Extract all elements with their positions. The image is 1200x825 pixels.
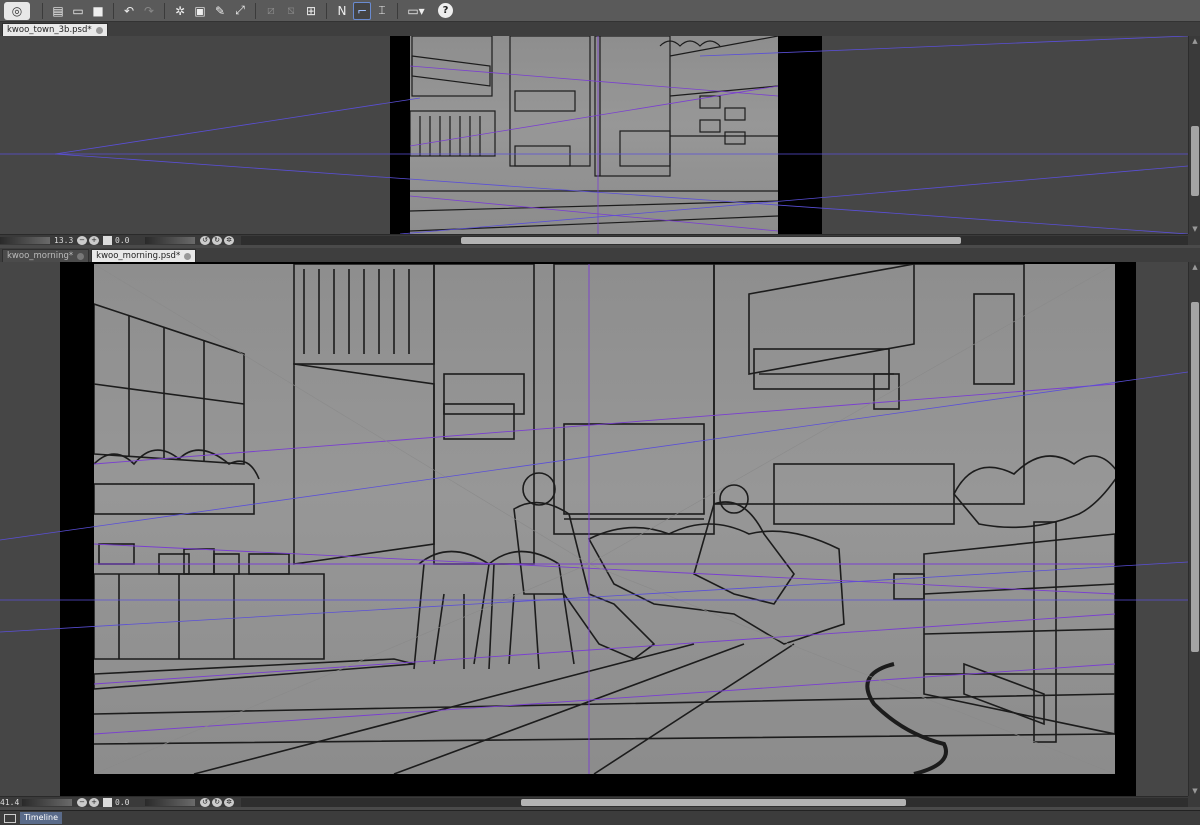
scale-button[interactable]: ⤢ <box>231 2 249 20</box>
ruler-off-button[interactable]: ⧄ <box>262 2 280 20</box>
top-canvas-pane[interactable] <box>0 36 1188 234</box>
document-tab[interactable]: kwoo_morning.psd* <box>91 249 197 262</box>
zoom-in-icon[interactable]: + <box>89 235 99 245</box>
scroll-up-icon[interactable]: ▲ <box>1189 36 1200 46</box>
bottom-rotation-slider[interactable] <box>145 798 195 806</box>
select-transform-button[interactable]: ✎ <box>211 2 229 20</box>
toolbar-separator <box>397 2 398 19</box>
toolbar-separator <box>326 2 327 19</box>
bottom-vertical-scroll-thumb[interactable] <box>1191 302 1199 652</box>
help-button[interactable]: ? <box>438 3 453 18</box>
redo-button[interactable]: ↷ <box>140 2 158 20</box>
bottom-perspective-guides <box>0 371 1188 633</box>
reset-rotation-icon[interactable]: ✲ <box>224 235 234 245</box>
document-tab-label: kwoo_town_3b.psd* <box>7 24 92 35</box>
bottom-scroll-corner <box>1188 796 1200 807</box>
top-zoom-slider[interactable] <box>0 236 50 244</box>
timeline-panel-icon[interactable] <box>4 813 16 823</box>
fit-view-icon[interactable] <box>103 235 112 245</box>
top-rotation-value[interactable]: 0.0 <box>115 236 145 245</box>
rotate-left-icon[interactable]: ↺ <box>200 797 210 807</box>
document-tab[interactable]: kwoo_town_3b.psd* <box>2 23 108 36</box>
top-zoom-value[interactable]: 13.3 <box>54 236 76 245</box>
toolbar-separator <box>255 2 256 19</box>
rotate-right-icon[interactable]: ↻ <box>212 797 222 807</box>
close-tab-icon[interactable] <box>77 252 85 260</box>
top-vertical-scrollbar[interactable]: ▲ ▼ <box>1188 36 1200 234</box>
bottom-status-bar: 41.4 − + 0.0 ↺ ↻ ✲ <box>0 796 1188 807</box>
rotate-left-icon[interactable]: ↺ <box>200 235 210 245</box>
rotate-right-icon[interactable]: ↻ <box>212 235 222 245</box>
bottom-dock-bar: Timeline <box>0 810 1200 825</box>
top-scroll-corner <box>1188 234 1200 245</box>
bottom-rotation-value[interactable]: 0.0 <box>115 798 145 807</box>
app-menu-button[interactable]: ◎ <box>4 1 30 20</box>
reset-rotation-icon[interactable]: ✲ <box>224 797 234 807</box>
scroll-down-icon[interactable]: ▼ <box>1189 786 1200 796</box>
close-tab-icon[interactable] <box>184 252 192 260</box>
bottom-horizontal-scrollbar[interactable] <box>241 797 1188 807</box>
zoom-out-icon[interactable]: − <box>77 235 87 245</box>
top-status-bar: 13.3 − + 0.0 ↺ ↻ ✲ <box>0 234 1188 245</box>
fit-view-icon[interactable] <box>103 797 112 807</box>
snap-ruler-button[interactable]: N <box>333 2 351 20</box>
bottom-vertical-scrollbar[interactable]: ▲ ▼ <box>1188 262 1200 796</box>
undo-button[interactable]: ↶ <box>120 2 138 20</box>
document-tab-label: kwoo_morning.psd* <box>96 250 181 261</box>
scroll-down-icon[interactable]: ▼ <box>1189 224 1200 234</box>
top-vertical-scroll-thumb[interactable] <box>1191 126 1199 196</box>
new-file-button[interactable]: ▤ <box>49 2 67 20</box>
top-document-tabbar: kwoo_town_3b.psd* <box>0 22 1200 36</box>
toolbar-separator <box>42 2 43 19</box>
scroll-up-icon[interactable]: ▲ <box>1189 262 1200 272</box>
toolbar-separator <box>113 2 114 19</box>
close-tab-icon[interactable] <box>95 26 103 34</box>
open-file-button[interactable]: ▭ <box>69 2 87 20</box>
ruler-lock-button[interactable]: ⧅ <box>282 2 300 20</box>
zoom-in-icon[interactable]: + <box>89 797 99 807</box>
bottom-zoom-value[interactable]: 41.4 <box>0 798 22 807</box>
clear-button[interactable]: ✲ <box>171 2 189 20</box>
top-perspective-guides <box>0 36 1188 234</box>
fill-button[interactable]: ▣ <box>191 2 209 20</box>
bottom-canvas-pane[interactable] <box>0 262 1188 796</box>
snap-special-ruler-button[interactable]: ⌐ <box>353 1 371 20</box>
zoom-out-icon[interactable]: − <box>77 797 87 807</box>
document-tab[interactable]: kwoo_morning* <box>2 249 90 262</box>
toolbar-separator <box>164 2 165 19</box>
bottom-horizontal-scroll-thumb[interactable] <box>521 798 906 806</box>
top-horizontal-scroll-thumb[interactable] <box>461 236 961 244</box>
top-horizontal-scrollbar[interactable] <box>241 235 1188 245</box>
timeline-tab[interactable]: Timeline <box>20 812 63 824</box>
top-rotation-slider[interactable] <box>145 236 195 244</box>
main-toolbar: ◎ ▤ ▭ ■ ↶ ↷ ✲ ▣ ✎ ⤢ ⧄ ⧅ ⊞ N ⌐ ⌶ ▭▾? <box>0 0 1200 22</box>
bottom-document-tabbar: kwoo_morning* kwoo_morning.psd* <box>0 248 1200 262</box>
bottom-zoom-slider[interactable] <box>22 798 72 806</box>
screen-mode-button[interactable]: ▭▾ <box>404 2 428 20</box>
snap-grid-button[interactable]: ⌶ <box>373 2 391 20</box>
grid-button[interactable]: ⊞ <box>302 2 320 20</box>
document-tab-label: kwoo_morning* <box>7 250 74 261</box>
save-file-button[interactable]: ■ <box>89 2 107 20</box>
